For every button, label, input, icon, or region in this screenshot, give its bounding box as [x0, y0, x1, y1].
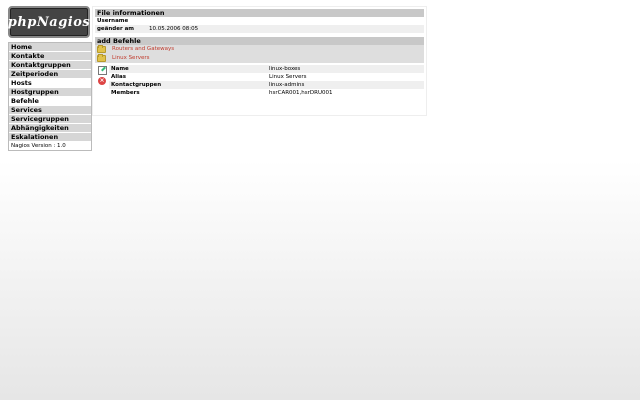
detail-value: linux-admins — [269, 82, 305, 88]
add-item-routers[interactable]: Routers and Gateways — [95, 45, 424, 54]
nav-item-services[interactable]: Services — [9, 106, 91, 115]
nav-item-kontaktgruppen[interactable]: Kontaktgruppen — [9, 61, 91, 70]
detail-table: Name linux-boxes Alias Linux Servers Kon… — [109, 65, 424, 97]
nav-item-home[interactable]: Home — [9, 43, 91, 52]
file-info-header: File informationen — [95, 9, 424, 17]
detail-row: Alias Linux Servers — [109, 73, 424, 81]
left-column: phpNagios Home Kontakte Kontaktgruppen Z… — [8, 6, 92, 151]
file-info-key: geänder am — [97, 26, 135, 32]
nav-item-eskalationen[interactable]: Eskalationen — [9, 133, 91, 142]
detail-key: Kontactgruppen — [111, 82, 162, 88]
main-navigation: Home Kontakte Kontaktgruppen Zeitperiode… — [8, 42, 92, 151]
nav-item-befehle[interactable]: Befehle — [9, 97, 91, 106]
nav-item-abhaengigkeiten[interactable]: Abhängigkeiten — [9, 124, 91, 133]
file-info-value: 10.05.2006 08:05 — [149, 26, 199, 32]
detail-value: linux-boxes — [269, 66, 301, 72]
nav-item-hosts[interactable]: Hosts — [9, 79, 91, 88]
file-info-key: Username — [97, 18, 129, 24]
add-item-label: Routers and Gateways — [112, 46, 175, 52]
file-info-value — [149, 17, 424, 25]
detail-key: Members — [111, 90, 140, 96]
delete-icon[interactable]: × — [98, 77, 106, 85]
file-info-row: Username — [95, 17, 424, 25]
main-panel: File informationen Username geänder am 1… — [92, 6, 427, 116]
detail-row: Name linux-boxes — [109, 65, 424, 73]
detail-section: × Name linux-boxes Alias Linux Servers K… — [95, 65, 424, 97]
nav-item-servicegruppen[interactable]: Servicegruppen — [9, 115, 91, 124]
add-befehle-header: add Befehle — [95, 37, 424, 45]
phpnagios-logo[interactable]: phpNagios — [8, 6, 90, 38]
detail-value: Linux Servers — [269, 74, 307, 80]
add-item-linux-servers[interactable]: Linux Servers — [95, 54, 424, 63]
file-info-row: geänder am 10.05.2006 08:05 — [95, 25, 424, 33]
version-label: Nagios Version : 1.0 — [9, 142, 91, 150]
folder-icon — [97, 54, 106, 62]
nav-item-zeitperioden[interactable]: Zeitperioden — [9, 70, 91, 79]
detail-row: Members hsrCAR001,hsrDRU001 — [109, 89, 424, 97]
nav-item-kontakte[interactable]: Kontakte — [9, 52, 91, 61]
detail-row: Kontactgruppen linux-admins — [109, 81, 424, 89]
edit-icon[interactable] — [97, 66, 107, 75]
nav-item-hostgruppen[interactable]: Hostgruppen — [9, 88, 91, 97]
detail-key: Alias — [111, 74, 127, 80]
logo-text: phpNagios — [7, 14, 91, 30]
add-item-label: Linux Servers — [112, 55, 150, 61]
detail-actions: × — [95, 65, 109, 97]
folder-icon — [97, 45, 106, 53]
detail-value: hsrCAR001,hsrDRU001 — [269, 90, 333, 96]
detail-key: Name — [111, 66, 129, 72]
